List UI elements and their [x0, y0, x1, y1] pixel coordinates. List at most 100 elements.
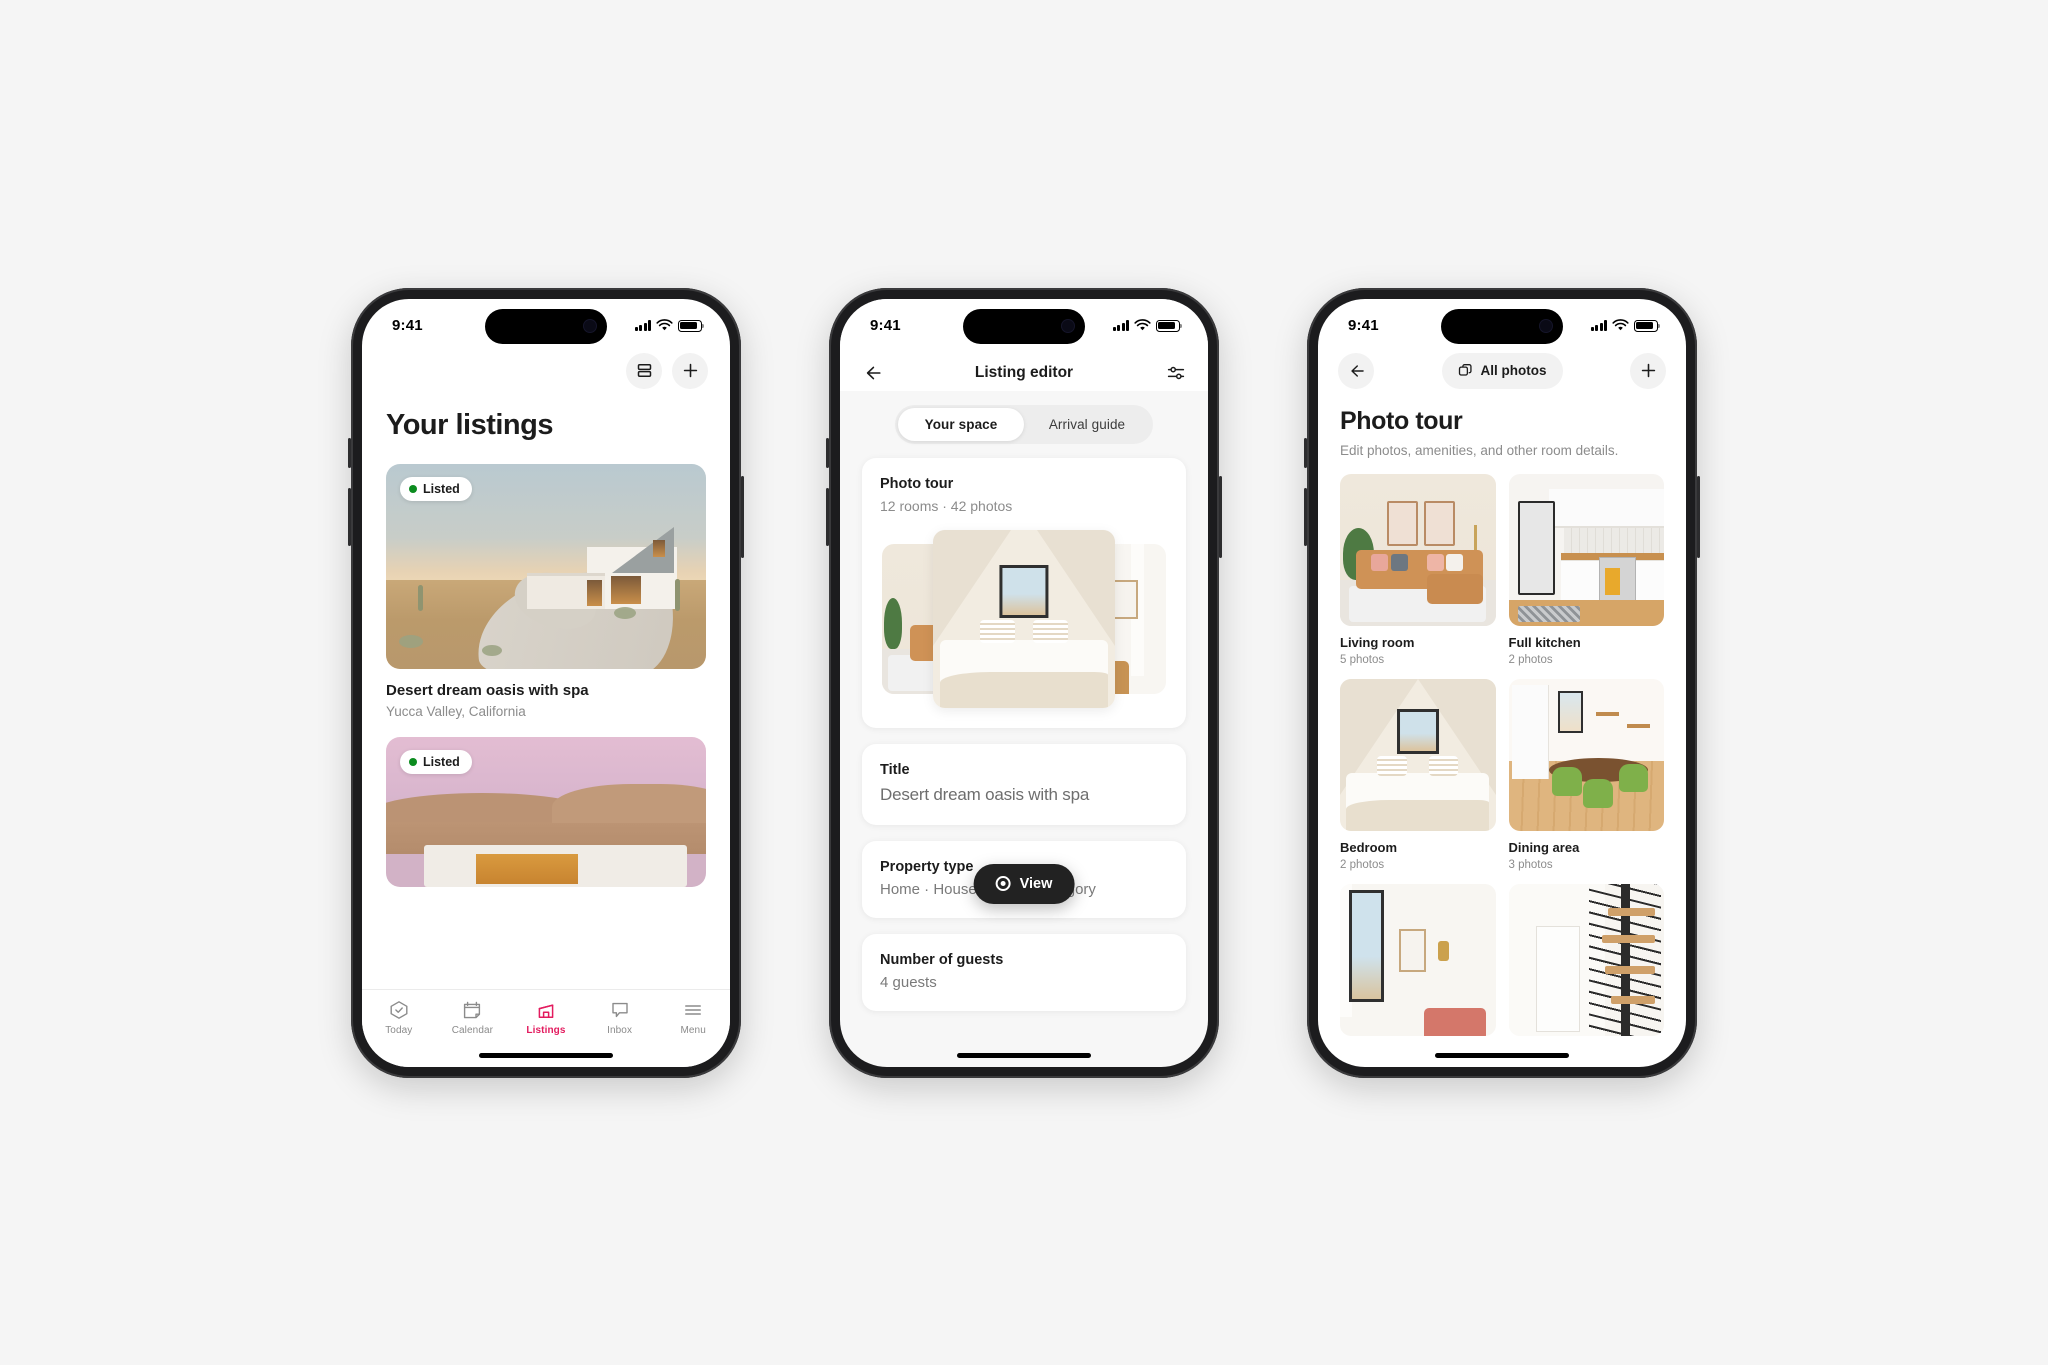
screenshot-canvas: 9:41 Your listings Listed Desert dream o…	[0, 0, 2048, 1365]
tab-label: Today	[385, 1024, 413, 1036]
title-card[interactable]: Title Desert dream oasis with spa	[862, 743, 1186, 825]
list-item[interactable]: Listed Desert dream oasis with spa Yucca…	[386, 463, 706, 719]
editor-scroll[interactable]: Photo tour 12 rooms · 42 photos Title De…	[840, 457, 1208, 1011]
all-photos-button[interactable]: All photos	[1441, 352, 1563, 389]
room-name: Dining area	[1508, 839, 1580, 855]
status-indicators	[634, 313, 705, 332]
hallway-image	[1340, 883, 1496, 1036]
tab-label: Menu	[680, 1024, 706, 1036]
home-indicator[interactable]	[1435, 1052, 1569, 1058]
layout-rows-icon[interactable]	[626, 352, 662, 389]
status-badge-label: Listed	[423, 481, 460, 496]
bedroom-image	[1340, 678, 1496, 831]
photo-thumb-center[interactable]	[933, 529, 1115, 708]
home-indicator[interactable]	[957, 1052, 1091, 1058]
all-photos-label: All photos	[1480, 363, 1547, 378]
staircase-image	[1508, 883, 1664, 1036]
power-button[interactable]	[741, 475, 744, 558]
segmented-control: Your space Arrival guide	[840, 390, 1208, 458]
sidebar-item-calendar[interactable]: Calendar	[439, 999, 505, 1036]
listing-photo[interactable]: Listed	[386, 463, 706, 669]
power-button[interactable]	[1697, 475, 1700, 558]
living-room-image	[1340, 473, 1496, 626]
phone-device-photo-tour: 9:41 All photos Photo tour Edit photos, …	[1304, 287, 1700, 1078]
wifi-icon	[1612, 319, 1629, 331]
room-photo[interactable]	[1340, 883, 1496, 1036]
listing-photo[interactable]: Listed	[386, 736, 706, 887]
photo-tour-card[interactable]: Photo tour 12 rooms · 42 photos	[862, 457, 1186, 728]
page-title: Photo tour	[1340, 406, 1463, 435]
card-subtext: 12 rooms · 42 photos	[880, 497, 1013, 514]
sliders-icon[interactable]	[1166, 363, 1186, 383]
view-button[interactable]: View	[973, 863, 1075, 904]
page-title: Listing editor	[974, 363, 1074, 381]
add-photo-button[interactable]	[1630, 352, 1666, 389]
sidebar-item-menu[interactable]: Menu	[660, 999, 726, 1036]
front-camera-icon	[1062, 320, 1074, 332]
status-indicators	[1112, 313, 1183, 332]
status-time: 9:41	[870, 317, 901, 334]
battery-icon	[1156, 319, 1183, 332]
add-listing-button[interactable]	[672, 352, 708, 389]
dynamic-island	[1441, 308, 1563, 344]
phone3-screen: 9:41 All photos Photo tour Edit photos, …	[1318, 298, 1686, 1067]
navigation-bar: Listing editor	[840, 346, 1208, 391]
status-badge: Listed	[400, 749, 472, 774]
listings-scroll[interactable]: Listed Desert dream oasis with spa Yucca…	[362, 463, 730, 887]
card-heading: Number of guests	[880, 951, 1004, 968]
room-name: Bedroom	[1340, 839, 1398, 855]
cellular-signal-icon	[634, 320, 651, 331]
card-heading: Title	[880, 761, 910, 778]
back-button[interactable]	[1338, 352, 1374, 389]
plus-icon	[1641, 363, 1655, 378]
battery-icon	[1634, 319, 1661, 332]
status-time: 9:41	[392, 317, 423, 334]
room-card-dining-area[interactable]: Dining area 3 photos	[1508, 678, 1664, 871]
room-grid[interactable]: Living room 5 photos Full kitchen 2 phot…	[1318, 458, 1686, 1036]
hamburger-icon	[685, 1004, 702, 1015]
house-icon	[538, 1003, 554, 1018]
home-indicator[interactable]	[479, 1052, 613, 1058]
dynamic-island	[963, 308, 1085, 344]
page-title: Your listings	[386, 408, 553, 441]
room-photo[interactable]	[1340, 473, 1496, 626]
back-arrow-icon	[1351, 364, 1364, 377]
listing-title: Desert dream oasis with spa	[386, 681, 589, 699]
status-dot-icon	[409, 757, 417, 766]
tab-label: Listings	[526, 1024, 566, 1036]
room-photo-count: 3 photos	[1508, 858, 1553, 871]
room-photo[interactable]	[1508, 678, 1664, 831]
room-photo-count: 2 photos	[1508, 653, 1553, 666]
room-photo[interactable]	[1508, 883, 1664, 1036]
battery-icon	[678, 319, 705, 332]
navigation-bar: All photos	[1318, 347, 1686, 389]
tab-label: Calendar	[451, 1024, 494, 1036]
power-button[interactable]	[1219, 475, 1222, 558]
room-card-partial-1[interactable]	[1340, 883, 1496, 1036]
sidebar-item-today[interactable]: Today	[366, 999, 432, 1036]
number-of-guests-card[interactable]: Number of guests 4 guests	[862, 933, 1186, 1011]
status-time: 9:41	[1348, 317, 1379, 334]
room-photo[interactable]	[1508, 473, 1664, 626]
room-card-partial-2[interactable]	[1508, 883, 1664, 1036]
card-subtext: 4 guests	[880, 973, 937, 991]
status-badge: Listed	[400, 476, 472, 501]
list-item[interactable]: Listed	[386, 736, 706, 887]
status-dot-icon	[409, 484, 417, 493]
cellular-signal-icon	[1112, 320, 1129, 331]
sidebar-item-inbox[interactable]: Inbox	[587, 999, 653, 1036]
tab-your-space[interactable]: Your space	[898, 407, 1024, 441]
wifi-icon	[1134, 319, 1151, 331]
phone-device-listings: 9:41 Your listings Listed Desert dream o…	[348, 287, 744, 1078]
page-subtitle: Edit photos, amenities, and other room d…	[1340, 442, 1619, 458]
room-card-full-kitchen[interactable]: Full kitchen 2 photos	[1508, 473, 1664, 666]
sidebar-item-listings[interactable]: Listings	[513, 999, 579, 1036]
kitchen-image	[1508, 473, 1664, 626]
room-card-living-room[interactable]: Living room 5 photos	[1340, 473, 1496, 666]
back-arrow-icon[interactable]	[862, 363, 882, 383]
dynamic-island	[485, 308, 607, 344]
tab-label: Inbox	[607, 1024, 633, 1036]
tab-arrival-guide[interactable]: Arrival guide	[1024, 408, 1150, 441]
room-photo[interactable]	[1340, 678, 1496, 831]
room-card-bedroom[interactable]: Bedroom 2 photos	[1340, 678, 1496, 871]
